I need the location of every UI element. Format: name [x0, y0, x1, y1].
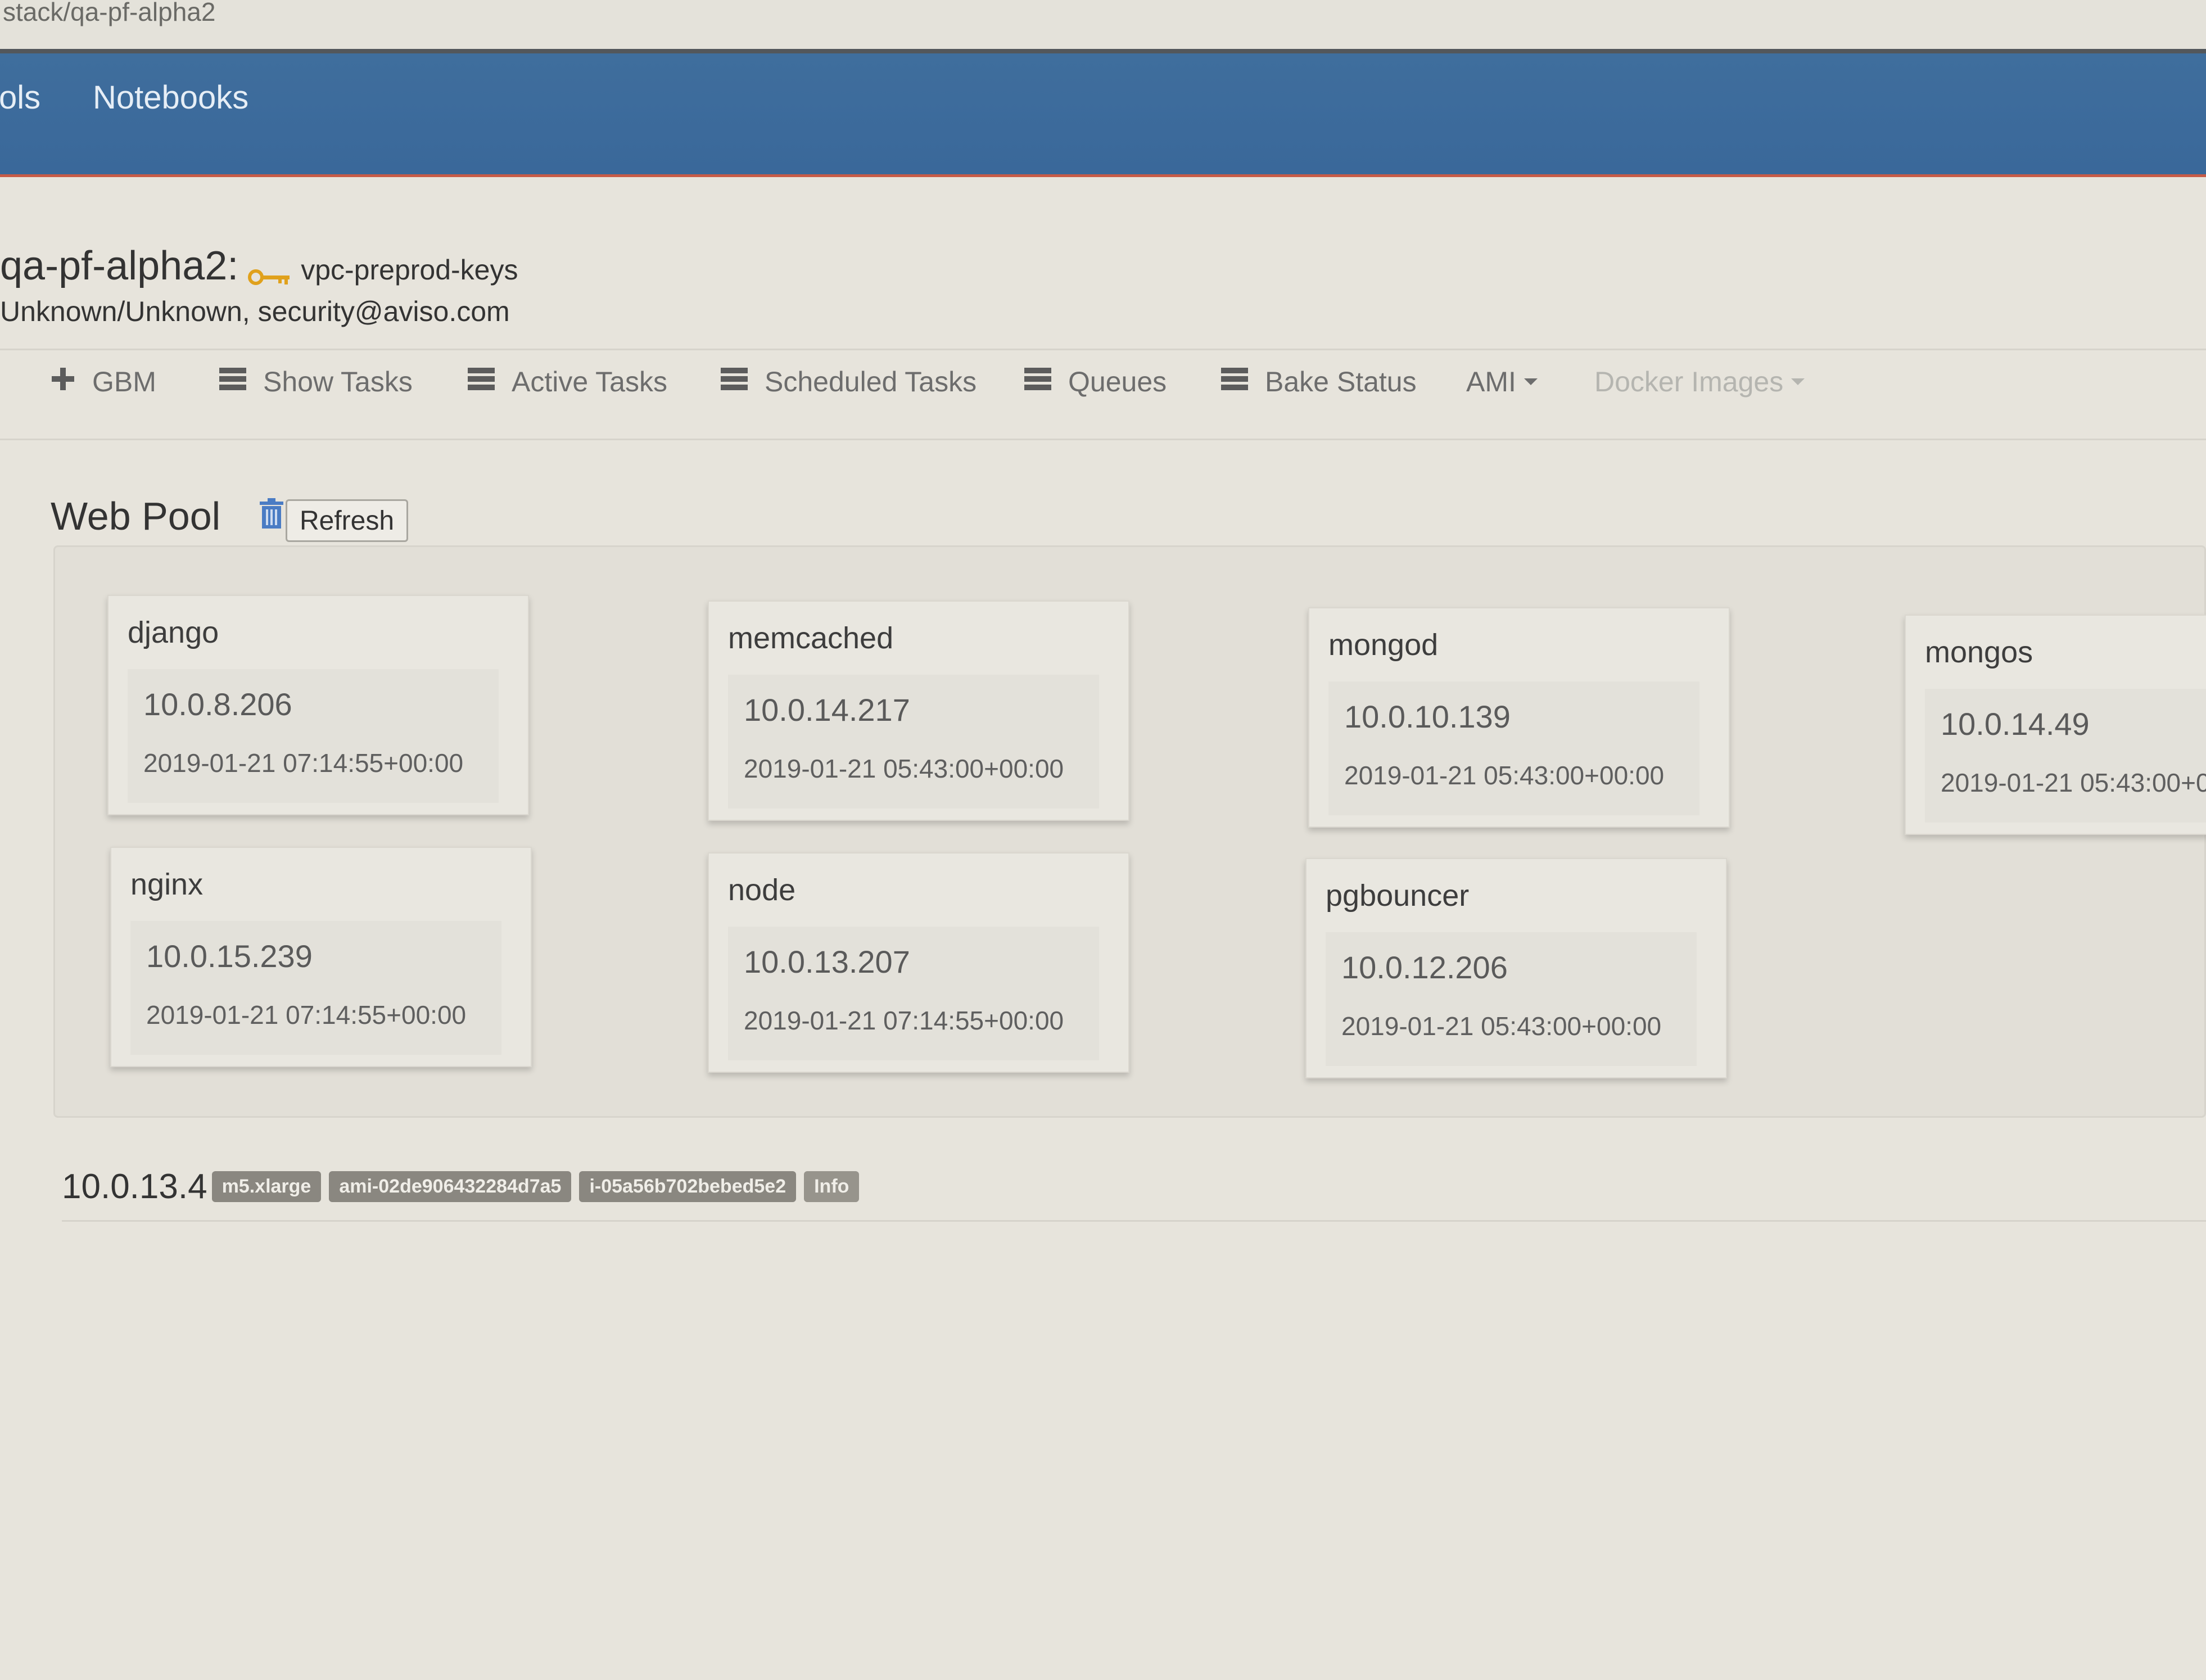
nav-item-tools[interactable]: ols [0, 79, 40, 116]
tab-label: GBM [92, 366, 156, 398]
service-ip: 10.0.12.206 [1341, 950, 1508, 985]
browser-url-bar[interactable]: stack/qa-pf-alpha2 [0, 0, 2206, 53]
service-card-node[interactable]: node 10.0.13.207 2019-01-21 07:14:55+00:… [708, 852, 1129, 1073]
service-card-pgbouncer[interactable]: pgbouncer 10.0.12.206 2019-01-21 05:43:0… [1305, 858, 1727, 1078]
service-host: 10.0.14.49 2019-01-21 05:43:00+0 [1925, 689, 2206, 823]
tab-scheduled-tasks[interactable]: Scheduled Tasks [721, 365, 977, 398]
service-card-mongod[interactable]: mongod 10.0.10.139 2019-01-21 05:43:00+0… [1308, 607, 1730, 828]
refresh-button[interactable]: Refresh [286, 499, 408, 542]
service-ip: 10.0.14.49 [1941, 706, 2090, 742]
service-name: pgbouncer [1326, 879, 1470, 913]
tab-bake-status[interactable]: Bake Status [1221, 365, 1417, 398]
top-navbar: ols Notebooks [0, 53, 2206, 177]
service-timestamp: 2019-01-21 05:43:00+00:00 [1344, 761, 1665, 790]
tab-active-tasks[interactable]: Active Tasks [468, 365, 667, 398]
ami-badge: ami-02de906432284d7a5 [329, 1171, 572, 1202]
tab-label: Docker Images [1594, 366, 1784, 398]
service-card-memcached[interactable]: memcached 10.0.14.217 2019-01-21 05:43:0… [708, 600, 1129, 821]
pool-panel: django 10.0.8.206 2019-01-21 07:14:55+00… [53, 545, 2206, 1118]
tab-queues[interactable]: Queues [1024, 365, 1167, 398]
tab-label: Show Tasks [263, 366, 413, 398]
trash-icon[interactable] [257, 498, 286, 530]
service-timestamp: 2019-01-21 07:14:55+00:00 [146, 1000, 467, 1029]
instance-type-badge: m5.xlarge [211, 1171, 322, 1202]
instance-row: 10.0.13.4 m5.xlarge ami-02de906432284d7a… [62, 1158, 867, 1214]
service-ip: 10.0.15.239 [146, 938, 313, 974]
list-icon [1024, 365, 1051, 398]
tab-show-tasks[interactable]: Show Tasks [219, 365, 413, 398]
service-host: 10.0.8.206 2019-01-21 07:14:55+00:00 [128, 669, 499, 803]
key-name[interactable]: vpc-preprod-keys [301, 254, 518, 286]
service-timestamp: 2019-01-21 05:43:00+00:00 [744, 754, 1064, 783]
service-timestamp: 2019-01-21 05:43:00+0 [1941, 768, 2206, 797]
service-name: mongos [1925, 635, 2033, 669]
service-card-mongos[interactable]: mongos 10.0.14.49 2019-01-21 05:43:00+0 [1905, 615, 2206, 835]
tab-label: Active Tasks [512, 366, 667, 398]
pool-title: Web Pool [51, 494, 221, 538]
service-host: 10.0.14.217 2019-01-21 05:43:00+00:00 [728, 675, 1099, 809]
action-tabs: GBM Show Tasks Active Tasks Scheduled Ta… [51, 360, 2206, 433]
service-ip: 10.0.10.139 [1344, 699, 1511, 734]
tab-label: AMI [1466, 366, 1516, 398]
caret-down-icon [1524, 378, 1538, 385]
caret-down-icon [1791, 378, 1805, 385]
url-text: stack/qa-pf-alpha2 [3, 0, 216, 26]
service-name: node [728, 873, 796, 907]
tab-label: Scheduled Tasks [765, 366, 977, 398]
tab-docker-images-dropdown[interactable]: Docker Images [1594, 365, 1805, 398]
instance-divider [62, 1220, 2206, 1222]
service-timestamp: 2019-01-21 07:14:55+00:00 [143, 748, 464, 778]
service-timestamp: 2019-01-21 05:43:00+00:00 [1341, 1011, 1662, 1041]
list-icon [1221, 365, 1248, 398]
list-icon [219, 365, 246, 398]
service-name: django [128, 616, 219, 649]
info-badge[interactable]: Info [804, 1171, 860, 1202]
service-host: 10.0.13.207 2019-01-21 07:14:55+00:00 [728, 927, 1099, 1060]
service-ip: 10.0.14.217 [744, 692, 910, 728]
tab-gbm[interactable]: GBM [51, 365, 156, 398]
service-ip: 10.0.13.207 [744, 944, 910, 979]
service-host: 10.0.12.206 2019-01-21 05:43:00+00:00 [1326, 932, 1697, 1066]
service-name: memcached [728, 621, 894, 655]
nav-item-notebooks[interactable]: Notebooks [93, 79, 248, 116]
service-timestamp: 2019-01-21 07:14:55+00:00 [744, 1006, 1064, 1035]
service-name: mongod [1328, 628, 1439, 662]
tabs-divider [0, 439, 2206, 440]
stack-name: qa-pf-alpha2: [0, 243, 239, 288]
stack-header: qa-pf-alpha2: vpc-preprod-keys [0, 243, 518, 289]
stack-owner: Unknown/Unknown, security@aviso.com [0, 296, 510, 327]
instance-ip: 10.0.13.4 [62, 1167, 207, 1206]
list-icon [721, 365, 748, 398]
service-card-django[interactable]: django 10.0.8.206 2019-01-21 07:14:55+00… [107, 595, 529, 815]
service-card-nginx[interactable]: nginx 10.0.15.239 2019-01-21 07:14:55+00… [110, 847, 532, 1067]
service-name: nginx [130, 868, 204, 901]
service-ip: 10.0.8.206 [143, 687, 292, 722]
tab-ami-dropdown[interactable]: AMI [1466, 365, 1538, 398]
key-icon [247, 266, 293, 288]
instance-id-badge: i-05a56b702bebed5e2 [579, 1171, 797, 1202]
header-divider [0, 349, 2206, 350]
plus-icon [51, 365, 75, 398]
tab-label: Queues [1068, 366, 1167, 398]
tab-label: Bake Status [1265, 366, 1417, 398]
list-icon [468, 365, 495, 398]
service-host: 10.0.10.139 2019-01-21 05:43:00+00:00 [1328, 681, 1699, 815]
service-host: 10.0.15.239 2019-01-21 07:14:55+00:00 [130, 921, 501, 1055]
